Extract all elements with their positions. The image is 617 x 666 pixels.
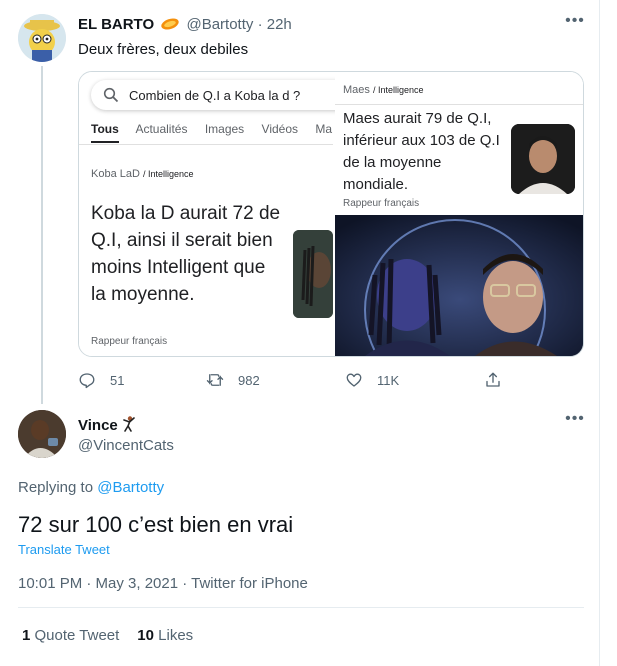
search-tab: Vidéos — [261, 122, 299, 136]
parent-display-name[interactable]: EL BARTO — [78, 16, 154, 33]
reply-display-name: Vince — [78, 416, 136, 434]
like-count: 11K — [377, 372, 400, 388]
tweet-meta[interactable]: 10:01 PM · May 3, 2021 · Twitter for iPh… — [18, 575, 308, 592]
share-icon — [486, 372, 500, 387]
retweet-count: 982 — [238, 372, 260, 388]
parent-timestamp[interactable]: 22h — [267, 16, 292, 33]
reply-handle[interactable]: @VincentCats — [78, 437, 174, 454]
reply-tweet-text: 72 sur 100 c’est bien en vrai — [18, 512, 294, 537]
result-answer-text: Maes aurait 79 de Q.I, inférieur aux 103… — [343, 110, 500, 193]
reply-icon — [79, 373, 95, 389]
media-image-maes-text[interactable]: Maes / Intelligence Maes aurait 79 de Q.… — [335, 72, 583, 214]
engagement-stats: 1 Quote Tweet 10 Likes — [22, 627, 193, 644]
avatar-vince[interactable] — [18, 410, 66, 458]
breadcrumb-sub: / Intelligence — [372, 85, 424, 95]
media-image-koba[interactable]: Combien de Q.I a Koba la d ? Tous Actual… — [79, 72, 351, 356]
header-separator: · — [257, 16, 263, 33]
search-icon — [103, 87, 119, 103]
result-breadcrumb: Maes / Intelligence — [343, 84, 424, 96]
likes-link[interactable]: 10 Likes — [137, 627, 193, 644]
pizza-emoji-icon — [158, 16, 186, 33]
parent-tweet-text: Deux frères, deux debiles — [78, 41, 249, 58]
tabs-divider — [79, 144, 333, 145]
cartoon-avatar-image — [18, 14, 66, 62]
tweet-actions-bar: 51 982 11K — [78, 370, 518, 390]
media-image-portrait[interactable] — [335, 215, 583, 356]
breadcrumb-main: Koba LaD — [91, 168, 140, 180]
heart-icon — [346, 373, 362, 387]
search-tab: Images — [204, 122, 245, 136]
two-men-photo-image — [335, 215, 583, 356]
breadcrumb-sub: / Intelligence — [143, 169, 194, 179]
translate-tweet-link[interactable]: Translate Tweet — [18, 542, 110, 557]
profile-photo-image — [18, 410, 66, 458]
search-tab: Tous — [91, 122, 119, 143]
reply-count: 51 — [110, 372, 125, 388]
dancer-emoji-icon — [122, 416, 136, 434]
search-tab: Actualités — [135, 122, 188, 136]
media-right-column: Maes / Intelligence Maes aurait 79 de Q.… — [335, 72, 583, 356]
parent-tweet-header: EL BARTO @Bartotty · 22h — [78, 16, 292, 33]
thread-connector-line — [41, 66, 43, 404]
more-dots-icon[interactable]: ••• — [565, 411, 585, 430]
replying-to-link[interactable]: @Bartotty — [97, 479, 164, 496]
quote-tweets-link[interactable]: 1 Quote Tweet — [22, 627, 119, 644]
search-tabs: Tous Actualités Images Vidéos Ma — [91, 122, 346, 143]
result-source: Rappeur français — [343, 198, 420, 209]
card-divider — [335, 104, 583, 105]
parent-handle[interactable]: @Bartotty — [186, 16, 253, 33]
quote-count: 1 — [22, 627, 31, 644]
replying-to-line: Replying to @Bartotty — [18, 479, 164, 496]
likes-label: Likes — [158, 627, 194, 644]
reply-button[interactable]: 51 — [78, 370, 124, 390]
more-dots-icon[interactable]: ••• — [565, 13, 585, 32]
search-query: Combien de Q.I a Koba la d ? — [129, 88, 301, 103]
like-button[interactable]: 11K — [345, 370, 399, 390]
quote-label: Quote Tweet — [34, 627, 120, 644]
result-thumbnail — [293, 230, 333, 318]
likes-count: 10 — [137, 627, 154, 644]
search-tab: Ma — [315, 122, 333, 136]
share-button[interactable] — [484, 370, 516, 390]
result-answer-text: Koba la D aurait 72 de Q.I, ainsi il ser… — [91, 203, 281, 305]
tweet-thread: EL BARTO @Bartotty · 22h ••• Deux frères… — [0, 0, 600, 666]
retweet-icon — [206, 374, 224, 386]
result-source: Rappeur français — [91, 336, 168, 347]
result-breadcrumb: Koba LaD / Intelligence — [91, 168, 194, 180]
tweet-media-grid[interactable]: Combien de Q.I a Koba la d ? Tous Actual… — [78, 71, 584, 357]
retweet-button[interactable]: 982 — [206, 370, 260, 390]
search-bar: Combien de Q.I a Koba la d ? — [91, 80, 351, 110]
reply-name-text[interactable]: Vince — [78, 417, 118, 434]
divider — [18, 607, 584, 608]
replying-to-label: Replying to — [18, 479, 94, 496]
result-thumbnail — [511, 124, 575, 194]
breadcrumb-main: Maes — [343, 84, 370, 96]
avatar-el-barto[interactable] — [18, 14, 66, 62]
